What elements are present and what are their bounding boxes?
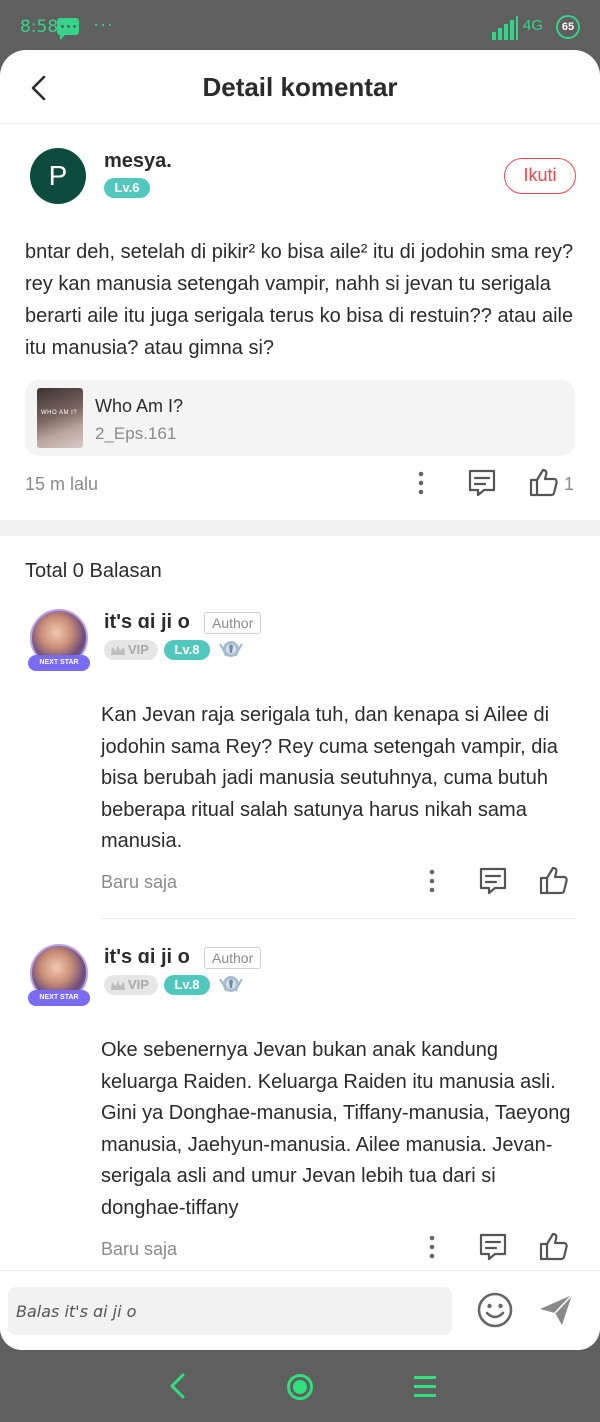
level-badge: Lv.8 <box>164 640 210 660</box>
nav-home-button[interactable] <box>287 1374 313 1400</box>
vip-label: VIP <box>128 642 149 657</box>
emoji-icon <box>477 1292 513 1328</box>
replies-total: Total 0 Balasan <box>25 560 162 582</box>
more-dots-icon: ··· <box>93 14 114 34</box>
comment-text: bntar deh, setelah di pikir² ko bisa ail… <box>25 241 574 359</box>
book-cover-text: WHO AM I? <box>41 410 78 416</box>
avatar-frame-badge: NEXT STAR <box>28 655 90 671</box>
status-time: 8:58 <box>20 17 59 37</box>
thumbs-up-icon <box>539 866 568 895</box>
more-options-button[interactable] <box>415 864 449 898</box>
author-tag: Author <box>204 947 262 969</box>
more-options-button[interactable] <box>415 1230 449 1264</box>
reply-button[interactable] <box>465 466 499 500</box>
reply-time: Baru saja <box>101 1239 178 1259</box>
signal-icon <box>492 16 518 40</box>
nav-back-button[interactable] <box>165 1372 191 1400</box>
book-card[interactable]: WHO AM I? Who Am I? 2_Eps.161 <box>25 380 575 456</box>
comment-author-name[interactable]: mesya. <box>104 150 172 173</box>
medal-icon <box>217 638 245 662</box>
status-bar: 8:58 ··· 4G 65 <box>0 0 600 50</box>
send-button[interactable] <box>538 1293 574 1327</box>
level-badge: Lv.6 <box>104 178 150 198</box>
more-vertical-icon <box>429 1235 435 1259</box>
reply-button[interactable] <box>476 864 510 898</box>
send-icon <box>540 1294 573 1325</box>
reply-author-name[interactable]: it's ɑi ji o <box>104 946 190 969</box>
like-count: 1 <box>564 474 575 494</box>
section-divider <box>0 520 600 536</box>
more-vertical-icon <box>418 471 424 495</box>
medal-icon <box>217 973 245 997</box>
page-title: Detail komentar <box>202 72 398 102</box>
level-badge: Lv.8 <box>164 975 210 995</box>
reply-button[interactable] <box>476 1230 510 1264</box>
reply-text: Kan Jevan raja serigala tuh, dan kenapa … <box>101 704 558 853</box>
author-tag: Author <box>204 612 262 634</box>
comment-icon <box>468 469 496 497</box>
reply-divider <box>101 918 576 919</box>
reply-author-name[interactable]: it's ɑi ji o <box>104 611 190 634</box>
book-episode: 2_Eps.161 <box>95 424 177 443</box>
crown-icon <box>111 980 125 990</box>
thumbs-up-icon <box>539 1232 568 1261</box>
network-type: 4G <box>523 17 544 34</box>
follow-button[interactable]: Ikuti <box>504 158 576 194</box>
comment-detail-screen: Detail komentar P mesya. Lv.6 Ikuti bnta… <box>0 50 600 1350</box>
thumbs-up-icon <box>529 468 558 497</box>
like-button[interactable] <box>527 466 561 500</box>
crown-icon <box>111 645 125 655</box>
vip-badge: VIP <box>104 975 158 995</box>
reply-input-bar <box>0 1270 600 1350</box>
like-button[interactable] <box>537 1230 571 1264</box>
reply-avatar[interactable]: NEXT STAR <box>28 609 90 671</box>
more-options-button[interactable] <box>404 466 438 500</box>
book-title: Who Am I? <box>95 396 184 416</box>
emoji-button[interactable] <box>476 1291 514 1329</box>
header: Detail komentar <box>0 50 600 124</box>
avatar[interactable]: P <box>30 148 86 204</box>
nav-back-icon <box>170 1373 185 1399</box>
reply-text: Oke sebenernya Jevan bukan anak kandung … <box>101 1039 571 1219</box>
comment-icon <box>479 867 507 895</box>
message-icon <box>57 18 79 40</box>
book-cover: WHO AM I? <box>37 388 83 448</box>
avatar-frame-badge: NEXT STAR <box>28 990 90 1006</box>
reply-time: Baru saja <box>101 872 178 892</box>
more-vertical-icon <box>429 869 435 893</box>
vip-label: VIP <box>128 977 149 992</box>
comment-icon <box>479 1233 507 1261</box>
nav-menu-button[interactable] <box>414 1376 436 1398</box>
reply-input[interactable] <box>8 1287 452 1335</box>
reply-avatar[interactable]: NEXT STAR <box>28 944 90 1006</box>
comment-time: 15 m lalu <box>25 474 99 494</box>
battery-icon: 65 <box>556 15 580 39</box>
system-nav-bar <box>0 1350 600 1422</box>
vip-badge: VIP <box>104 640 158 660</box>
like-button[interactable] <box>537 864 571 898</box>
